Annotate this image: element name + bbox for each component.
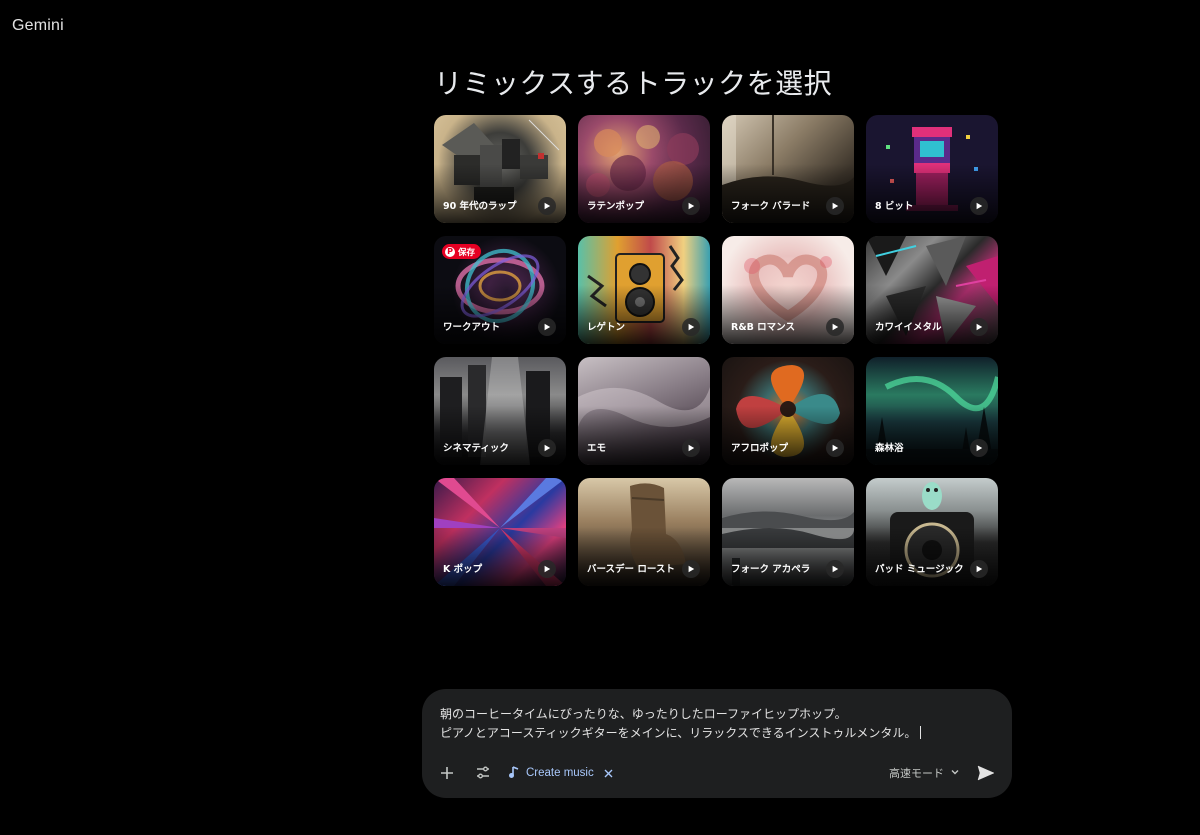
track-card-cinematic[interactable]: シネマティック xyxy=(434,357,566,465)
track-card-reggaeton[interactable]: レゲトン xyxy=(578,236,710,344)
track-label: フォーク バラード xyxy=(731,201,811,212)
pinterest-icon: P xyxy=(445,246,455,257)
play-icon[interactable] xyxy=(970,197,988,215)
track-label: 森林浴 xyxy=(875,443,904,454)
page-title: リミックスするトラックを選択 xyxy=(434,67,833,100)
track-label: ワークアウト xyxy=(443,322,501,333)
play-icon[interactable] xyxy=(970,560,988,578)
play-icon[interactable] xyxy=(970,439,988,457)
track-card-birthday-roast[interactable]: バースデー ロースト xyxy=(578,478,710,586)
track-label: エモ xyxy=(587,443,607,454)
music-note-icon xyxy=(508,765,520,782)
track-card-k-pop[interactable]: K ポップ xyxy=(434,478,566,586)
prompt-line: ピアノとアコースティックギターをメインに、リラックスできるインストゥルメンタル。 xyxy=(440,725,917,740)
prompt-line: 朝のコーヒータイムにぴったりな、ゆったりしたローファイヒップホップ。 xyxy=(440,707,847,721)
track-label: 90 年代のラップ xyxy=(443,201,517,212)
track-label: 8 ビット xyxy=(875,201,914,212)
play-icon[interactable] xyxy=(538,318,556,336)
chevron-down-icon xyxy=(950,767,960,780)
play-icon[interactable] xyxy=(970,318,988,336)
track-label: アフロポップ xyxy=(731,443,789,454)
track-card-folk-a-cappella[interactable]: フォーク アカペラ xyxy=(722,478,854,586)
play-icon[interactable] xyxy=(826,318,844,336)
send-icon[interactable] xyxy=(974,761,998,785)
app-title[interactable]: Gemini xyxy=(12,17,64,35)
track-label: レゲトン xyxy=(587,322,626,333)
track-card-rnb-romance[interactable]: R&B ロマンス xyxy=(722,236,854,344)
track-card-afropop[interactable]: アフロポップ xyxy=(722,357,854,465)
track-card-emo[interactable]: エモ xyxy=(578,357,710,465)
mode-selector[interactable]: 高速モード xyxy=(889,765,960,781)
play-icon[interactable] xyxy=(682,560,700,578)
play-icon[interactable] xyxy=(538,439,556,457)
save-label: 保存 xyxy=(458,247,476,258)
prompt-input[interactable]: 朝のコーヒータイムにぴったりな、ゆったりしたローファイヒップホップ。 ピアノとア… xyxy=(440,705,994,742)
track-label: カワイイメタル xyxy=(875,322,942,333)
mode-label: 高速モード xyxy=(889,767,944,780)
track-card-forest-bathing[interactable]: 森林浴 xyxy=(866,357,998,465)
track-label: シネマティック xyxy=(443,443,509,454)
track-card-90s-rap[interactable]: 90 年代のラップ xyxy=(434,115,566,223)
track-card-folk-ballad[interactable]: フォーク バラード xyxy=(722,115,854,223)
play-icon[interactable] xyxy=(682,318,700,336)
track-label: ラテンポップ xyxy=(587,201,645,212)
close-icon[interactable] xyxy=(604,769,613,778)
track-card-latin-pop[interactable]: ラテンポップ xyxy=(578,115,710,223)
save-button[interactable]: P 保存 xyxy=(442,244,482,259)
play-icon[interactable] xyxy=(826,439,844,457)
track-label: パッド ミュージック xyxy=(875,564,964,575)
plus-icon[interactable] xyxy=(436,762,458,784)
play-icon[interactable] xyxy=(538,560,556,578)
track-label: バースデー ロースト xyxy=(587,564,675,575)
track-card-workout[interactable]: P 保存 ワークアウト xyxy=(434,236,566,344)
tune-icon[interactable] xyxy=(472,762,494,784)
track-card-pad-music[interactable]: パッド ミュージック xyxy=(866,478,998,586)
create-music-chip[interactable]: Create music xyxy=(508,765,613,782)
chip-label: Create music xyxy=(526,767,594,779)
play-icon[interactable] xyxy=(682,197,700,215)
play-icon[interactable] xyxy=(826,197,844,215)
prompt-composer[interactable]: 朝のコーヒータイムにぴったりな、ゆったりしたローファイヒップホップ。 ピアノとア… xyxy=(422,689,1012,798)
track-card-kawaii-metal[interactable]: カワイイメタル xyxy=(866,236,998,344)
track-grid: 90 年代のラップ ラテンポップ フォーク バラード 8 ビット P 保存 ワー… xyxy=(434,115,1000,586)
composer-toolbar: Create music 高速モード xyxy=(436,762,998,784)
play-icon[interactable] xyxy=(538,197,556,215)
track-label: R&B ロマンス xyxy=(731,322,795,333)
play-icon[interactable] xyxy=(682,439,700,457)
track-label: フォーク アカペラ xyxy=(731,564,811,575)
text-caret xyxy=(920,725,922,739)
track-card-8-bit[interactable]: 8 ビット xyxy=(866,115,998,223)
track-label: K ポップ xyxy=(443,564,483,575)
play-icon[interactable] xyxy=(826,560,844,578)
